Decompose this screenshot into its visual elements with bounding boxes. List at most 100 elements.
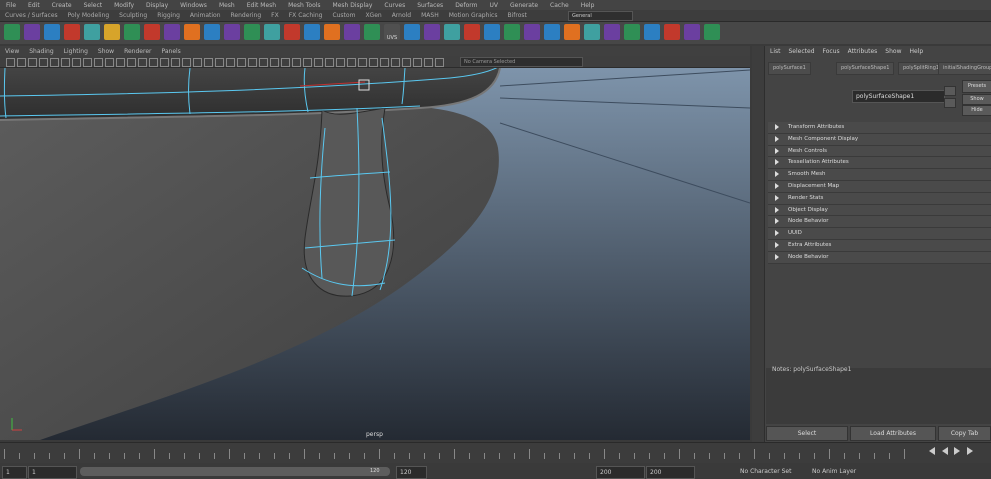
show-button[interactable]: Show — [962, 94, 991, 105]
shelf-tab[interactable]: FX — [266, 10, 284, 21]
anim-layer-label[interactable]: No Anim Layer — [812, 468, 856, 475]
viewport-tool-icon[interactable] — [314, 58, 323, 67]
expand-triangle-icon[interactable] — [775, 194, 779, 201]
attribute-section[interactable]: Extra Attributes — [768, 239, 991, 252]
shelf-tool-icon[interactable] — [404, 24, 420, 40]
shelf-tab[interactable]: FX Caching — [284, 10, 328, 21]
viewport-tool-icon[interactable] — [215, 58, 224, 67]
shelf-tab[interactable]: Motion Graphics — [444, 10, 503, 21]
shelf-tool-icon[interactable] — [184, 24, 200, 40]
menu-item[interactable]: UV — [484, 1, 505, 10]
viewport-tool-icon[interactable] — [325, 58, 334, 67]
attribute-tab[interactable]: polySurface1 — [768, 62, 811, 75]
menu-item[interactable]: Select — [78, 1, 109, 10]
shelf-tool-icon[interactable] — [664, 24, 680, 40]
viewport-tool-icon[interactable] — [347, 58, 356, 67]
attribute-section[interactable]: Object Display — [768, 204, 991, 217]
viewport-tool-icon[interactable] — [259, 58, 268, 67]
shelf-tool-icon[interactable] — [224, 24, 240, 40]
panel-side-tabs[interactable] — [752, 46, 765, 442]
shelf-tool-icon[interactable] — [564, 24, 580, 40]
shelf-tab[interactable]: MASH — [416, 10, 444, 21]
viewport-tool-icon[interactable] — [303, 58, 312, 67]
shelf-tool-icon[interactable] — [444, 24, 460, 40]
shelf-tab[interactable]: Rendering — [226, 10, 267, 21]
viewport-tool-icon[interactable] — [391, 58, 400, 67]
shelf-tool-icon[interactable] — [684, 24, 700, 40]
camera-field[interactable]: No Camera Selected — [460, 57, 583, 67]
viewport-tool-icon[interactable] — [105, 58, 114, 67]
viewport-tool-icon[interactable] — [204, 58, 213, 67]
viewport-tool-icon[interactable] — [138, 58, 147, 67]
shelf-tool-icon[interactable] — [704, 24, 720, 40]
3d-viewport[interactable]: persp — [0, 68, 750, 440]
menu-item[interactable]: File — [0, 1, 22, 10]
viewport-tool-icon[interactable] — [237, 58, 246, 67]
menu-item[interactable]: Deform — [449, 1, 483, 10]
viewport-tool-icon[interactable] — [72, 58, 81, 67]
shelf-tool-icon[interactable] — [544, 24, 560, 40]
viewport-tool-icon[interactable] — [336, 58, 345, 67]
viewport-tool-icon[interactable] — [270, 58, 279, 67]
viewport-tool-icon[interactable] — [248, 58, 257, 67]
menu-item[interactable]: Create — [46, 1, 78, 10]
shelf-tab[interactable]: Sculpting — [114, 10, 152, 21]
viewport-tool-icon[interactable] — [413, 58, 422, 67]
shelf-tool-icon[interactable] — [504, 24, 520, 40]
node-name-field[interactable]: polySurfaceShape1 — [852, 90, 945, 103]
viewport-tool-icon[interactable] — [171, 58, 180, 67]
character-set-label[interactable]: No Character Set — [740, 468, 791, 475]
expand-triangle-icon[interactable] — [775, 171, 779, 178]
shelf-tool-icon[interactable] — [464, 24, 480, 40]
viewport-tool-icon[interactable] — [424, 58, 433, 67]
viewport-tool-icon[interactable] — [193, 58, 202, 67]
play-backward-icon[interactable] — [941, 447, 948, 455]
time-slider[interactable] — [0, 442, 991, 463]
attribute-section[interactable]: Transform Attributes — [768, 122, 991, 134]
attribute-menu-item[interactable]: Help — [905, 46, 927, 58]
focus-button[interactable]: Presets — [962, 80, 991, 93]
shelf-tool-icon[interactable] — [484, 24, 500, 40]
copy-tab-button[interactable]: Copy Tab — [938, 426, 991, 441]
viewport-tool-icon[interactable] — [281, 58, 290, 67]
shelf-tab[interactable]: Animation — [185, 10, 226, 21]
menu-item[interactable]: Surfaces — [411, 1, 449, 10]
shelf-tool-icon[interactable] — [524, 24, 540, 40]
attribute-menu-item[interactable]: Attributes — [844, 46, 882, 58]
expand-triangle-icon[interactable] — [775, 206, 779, 213]
presets-icon[interactable] — [944, 98, 956, 108]
expand-triangle-icon[interactable] — [775, 159, 779, 166]
viewport-tool-icon[interactable] — [28, 58, 37, 67]
shelf-tool-icon[interactable] — [164, 24, 180, 40]
anim-end-field[interactable]: 200 — [646, 466, 695, 479]
viewport-tool-icon[interactable] — [17, 58, 26, 67]
menu-item[interactable]: Generate — [504, 1, 544, 10]
shelf-tab[interactable]: XGen — [360, 10, 386, 21]
attribute-section[interactable]: Displacement Map — [768, 180, 991, 193]
shelf-tool-icon[interactable] — [204, 24, 220, 40]
shelf-tool-icon[interactable] — [264, 24, 280, 40]
shelf-tool-icon[interactable] — [284, 24, 300, 40]
menu-item[interactable]: Mesh Display — [327, 1, 379, 10]
attribute-menu-item[interactable]: Show — [881, 46, 905, 58]
workspace-selector[interactable]: General — [568, 11, 633, 21]
attribute-section[interactable]: Smooth Mesh — [768, 169, 991, 181]
expand-triangle-icon[interactable] — [775, 135, 779, 142]
expand-triangle-icon[interactable] — [775, 230, 779, 237]
attribute-section[interactable]: Node Behavior — [768, 216, 991, 229]
attribute-menu-item[interactable]: Selected — [785, 46, 819, 58]
shelf-tool-icon[interactable]: UVS — [384, 24, 400, 41]
expand-triangle-icon[interactable] — [775, 182, 779, 189]
shelf-tool-icon[interactable] — [644, 24, 660, 40]
menu-item[interactable]: Cache — [544, 1, 575, 10]
expand-triangle-icon[interactable] — [775, 253, 779, 260]
shelf-tool-icon[interactable] — [104, 24, 120, 40]
viewport-tool-icon[interactable] — [402, 58, 411, 67]
viewport-tool-icon[interactable] — [226, 58, 235, 67]
shelf-tool-icon[interactable] — [344, 24, 360, 40]
hide-button[interactable]: Hide — [962, 105, 991, 116]
attribute-menu-item[interactable]: List — [766, 46, 785, 58]
expand-triangle-icon[interactable] — [775, 124, 779, 130]
viewport-tool-icon[interactable] — [160, 58, 169, 67]
viewport-canvas[interactable]: persp — [0, 68, 750, 440]
